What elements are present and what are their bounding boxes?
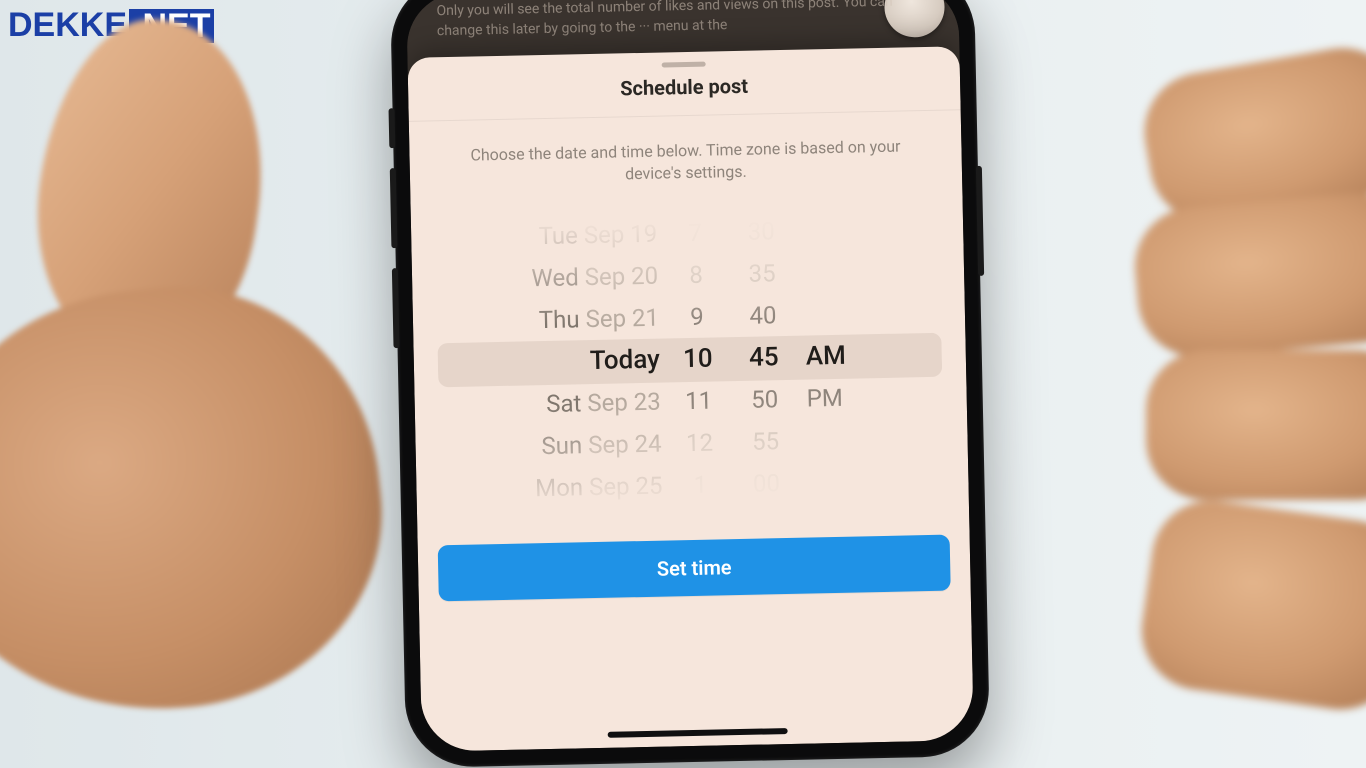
minute-opt: 30 [747,210,775,253]
phone-mute-switch [389,108,396,148]
phone-vol-down [392,268,400,348]
watermark-left: DEKKE [8,6,127,45]
phone-screen: Only you will see the total number of li… [406,0,974,752]
watermark-right: .NET [129,9,214,43]
picker-col-ampm[interactable]: AM PM [797,208,875,509]
date-opt: SunSep 24 [541,423,662,468]
ampm-opt [808,462,809,504]
minute-opt: 35 [748,252,776,295]
picker-col-hour[interactable]: 7 8 9 10 11 12 1 [665,211,731,512]
hour-opt: 9 [690,296,704,338]
picker-col-date[interactable]: TueSep 19 WedSep 20 ThuSep 21 Today SatS… [435,212,671,517]
minute-opt: 50 [751,378,779,421]
minute-opt: 00 [753,462,781,505]
minute-opt-selected: 45 [749,336,779,379]
schedule-sheet: Schedule post Choose the date and time b… [407,46,973,751]
date-opt: TueSep 19 [538,213,657,257]
hour-opt-selected: 10 [683,338,713,381]
picker-col-minute[interactable]: 30 35 40 45 50 55 00 [725,210,803,511]
watermark-logo: DEKKE.NET [8,6,214,45]
hour-opt: 11 [685,380,713,423]
ampm-opt: PM [806,377,843,420]
set-time-button[interactable]: Set time [438,535,951,602]
hand-right [1066,40,1366,768]
ampm-opt [804,294,805,336]
sheet-title: Schedule post [408,69,960,105]
date-opt: SatSep 23 [546,381,661,425]
hour-opt: 8 [689,254,703,296]
date-opt-selected: Today [589,339,660,382]
sheet-grabber[interactable] [662,62,706,68]
hour-opt: 7 [688,212,702,254]
sheet-subtitle: Choose the date and time below. Time zon… [409,110,963,200]
date-opt: ThuSep 21 [538,297,659,342]
ampm-opt-selected: AM [805,335,846,378]
minute-opt: 40 [749,294,777,337]
date-opt: MonSep 25 [535,465,663,510]
hour-opt: 12 [686,422,714,465]
phone-vol-up [390,168,398,248]
minute-opt: 55 [752,420,780,463]
datetime-picker[interactable]: TueSep 19 WedSep 20 ThuSep 21 Today SatS… [435,207,945,517]
date-opt: WedSep 20 [531,255,658,300]
hour-opt: 1 [693,464,707,506]
ampm-opt [804,252,805,294]
phone-frame: Only you will see the total number of li… [390,0,990,768]
phone-power [976,166,984,276]
ampm-opt [807,420,808,462]
ampm-opt [803,210,804,252]
